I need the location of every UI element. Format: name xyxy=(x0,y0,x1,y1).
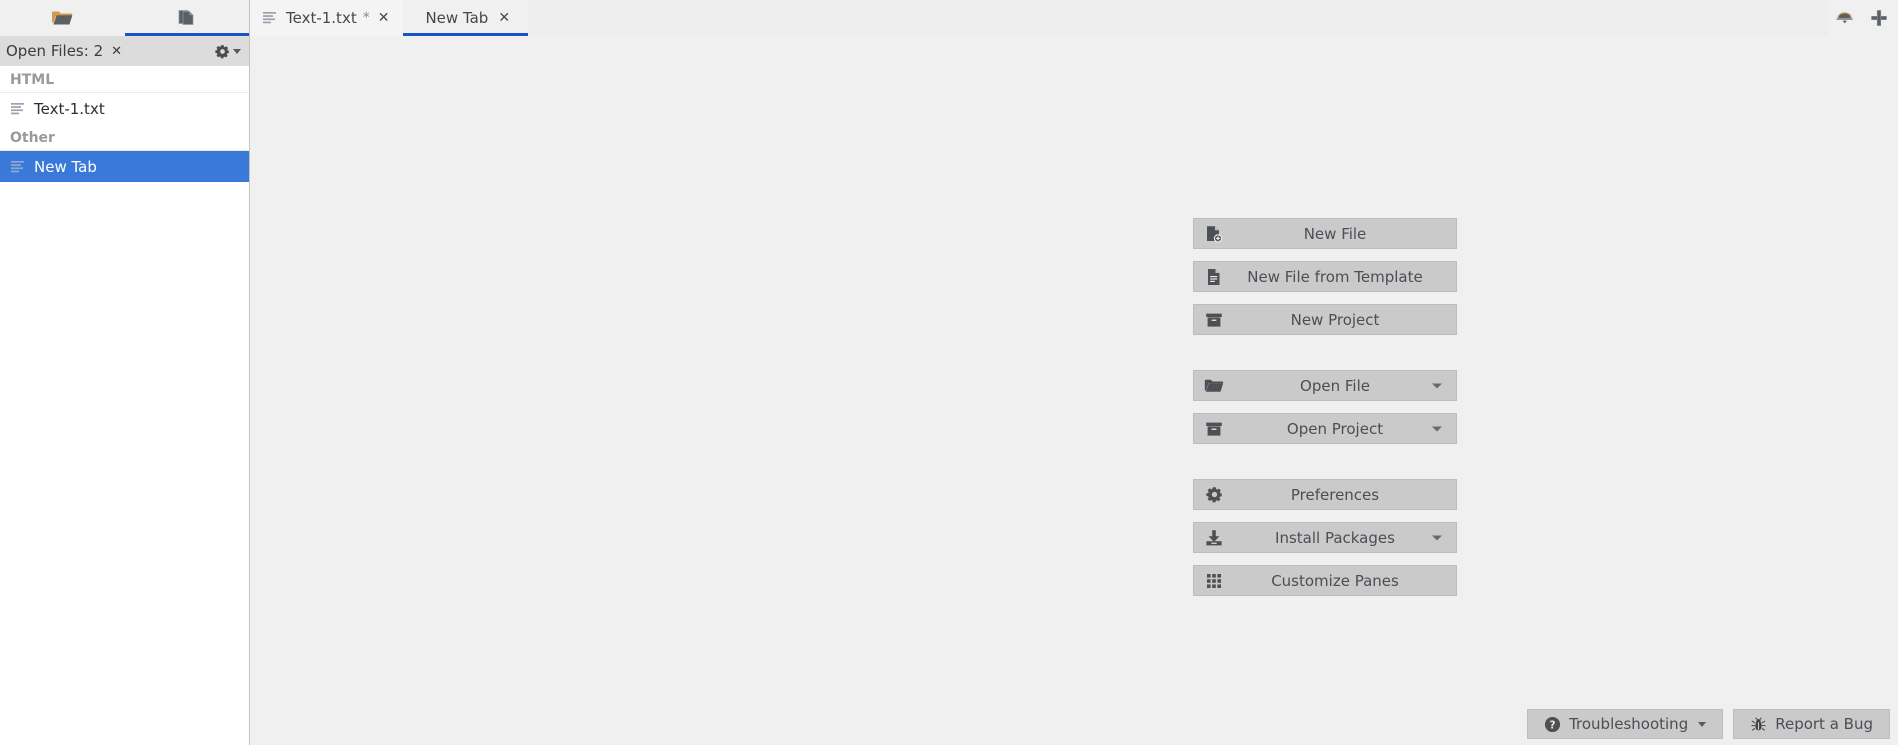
file-group-header: Other xyxy=(0,124,249,151)
bug-icon xyxy=(1750,716,1767,733)
preferences-button[interactable]: Preferences xyxy=(1193,479,1457,510)
question-circle-icon: ? xyxy=(1544,716,1561,733)
editor-tab-close-button[interactable]: ✕ xyxy=(378,11,390,25)
button-label: Open Project xyxy=(1286,419,1384,438)
project-box-icon xyxy=(1204,420,1224,438)
sidebar-tab-underline xyxy=(124,33,249,36)
report-a-bug-button[interactable]: Report a Bug xyxy=(1733,709,1890,739)
file-template-icon xyxy=(1204,268,1224,286)
editor-tab-new-tab[interactable]: New Tab ✕ xyxy=(403,0,529,36)
new-project-button[interactable]: New Project xyxy=(1193,304,1457,335)
open-files-list: HTML Text-1.txt Other New Tab xyxy=(0,66,249,745)
sidebar-tab-strip xyxy=(0,0,250,36)
editor-tab-text-1[interactable]: Text-1.txt * ✕ xyxy=(250,0,404,36)
sidebar-title: Open Files: 2 xyxy=(6,42,104,60)
sidebar-options-button[interactable] xyxy=(215,44,241,59)
welcome-pane: New File New File from Template New Proj… xyxy=(250,36,1898,745)
chevron-down-icon[interactable] xyxy=(1432,383,1442,388)
button-label: New Project xyxy=(1290,310,1380,329)
folder-open-icon xyxy=(1204,378,1224,394)
chevron-down-icon[interactable] xyxy=(1432,426,1442,431)
text-lines-icon xyxy=(10,160,26,174)
install-packages-button[interactable]: Install Packages xyxy=(1193,522,1457,553)
editor-tab-strip-empty-area xyxy=(528,0,1828,36)
files-icon xyxy=(177,8,197,28)
button-label: Open File xyxy=(1300,376,1370,395)
pane-chooser-icon[interactable] xyxy=(1834,9,1856,27)
chevron-down-icon[interactable] xyxy=(1698,721,1707,727)
open-file-item-new-tab[interactable]: New Tab xyxy=(0,151,249,182)
button-label: Customize Panes xyxy=(1271,571,1399,590)
troubleshooting-button[interactable]: ? Troubleshooting xyxy=(1527,709,1724,739)
button-group-gap xyxy=(1193,456,1457,479)
open-file-item-label: New Tab xyxy=(34,157,97,176)
sidebar-tab-underline xyxy=(0,33,125,36)
chevron-down-icon xyxy=(233,48,241,54)
editor-tab-strip: Text-1.txt * ✕ New Tab ✕ xyxy=(250,0,1828,36)
sidebar-header: Open Files: 2 ✕ xyxy=(0,36,249,66)
file-group-header: HTML xyxy=(0,66,249,93)
download-icon xyxy=(1204,529,1224,547)
top-bar-actions xyxy=(1828,0,1898,36)
button-label: Install Packages xyxy=(1275,528,1395,547)
welcome-actions: New File New File from Template New Proj… xyxy=(1193,218,1457,608)
editor-tab-close-button[interactable]: ✕ xyxy=(498,11,510,25)
open-project-button[interactable]: Open Project xyxy=(1193,413,1457,444)
gear-icon xyxy=(215,44,230,59)
text-lines-icon xyxy=(10,102,26,116)
open-file-button[interactable]: Open File xyxy=(1193,370,1457,401)
button-label: New File xyxy=(1303,224,1367,243)
editor-tab-label: Text-1.txt xyxy=(286,9,357,27)
modified-indicator: * xyxy=(362,10,370,26)
new-file-button[interactable]: New File xyxy=(1193,218,1457,249)
editor-tab-label: New Tab xyxy=(425,9,489,27)
new-file-from-template-button[interactable]: New File from Template xyxy=(1193,261,1457,292)
svg-text:?: ? xyxy=(1550,719,1556,731)
project-box-icon xyxy=(1204,311,1224,329)
button-label: New File from Template xyxy=(1247,267,1423,286)
sidebar-tab-open-files[interactable] xyxy=(124,0,249,36)
top-bar: Text-1.txt * ✕ New Tab ✕ xyxy=(0,0,1898,36)
app-window: Text-1.txt * ✕ New Tab ✕ Open Files: 2 ✕… xyxy=(0,0,1898,745)
welcome-footer-actions: ? Troubleshooting Report a Bug xyxy=(1527,709,1890,739)
sidebar-tab-project-explorer[interactable] xyxy=(0,0,125,36)
button-group-gap xyxy=(1193,347,1457,370)
grid-icon xyxy=(1204,573,1224,589)
chevron-down-icon[interactable] xyxy=(1432,535,1442,540)
button-label: Report a Bug xyxy=(1775,715,1873,733)
button-label: Troubleshooting xyxy=(1569,715,1689,733)
open-file-item-text-1[interactable]: Text-1.txt xyxy=(0,93,249,124)
sidebar-close-button[interactable]: ✕ xyxy=(111,44,122,59)
open-files-sidebar: Open Files: 2 ✕ HTML Text-1.txt Other Ne… xyxy=(0,36,250,745)
new-file-icon xyxy=(1204,225,1224,243)
new-tab-plus-icon[interactable] xyxy=(1870,9,1888,27)
button-label: Preferences xyxy=(1290,485,1380,504)
gear-icon xyxy=(1204,486,1224,503)
folder-open-icon xyxy=(51,9,73,27)
text-lines-icon xyxy=(262,11,278,25)
customize-panes-button[interactable]: Customize Panes xyxy=(1193,565,1457,596)
body-area: Open Files: 2 ✕ HTML Text-1.txt Other Ne… xyxy=(0,36,1898,745)
open-file-item-label: Text-1.txt xyxy=(34,99,105,118)
